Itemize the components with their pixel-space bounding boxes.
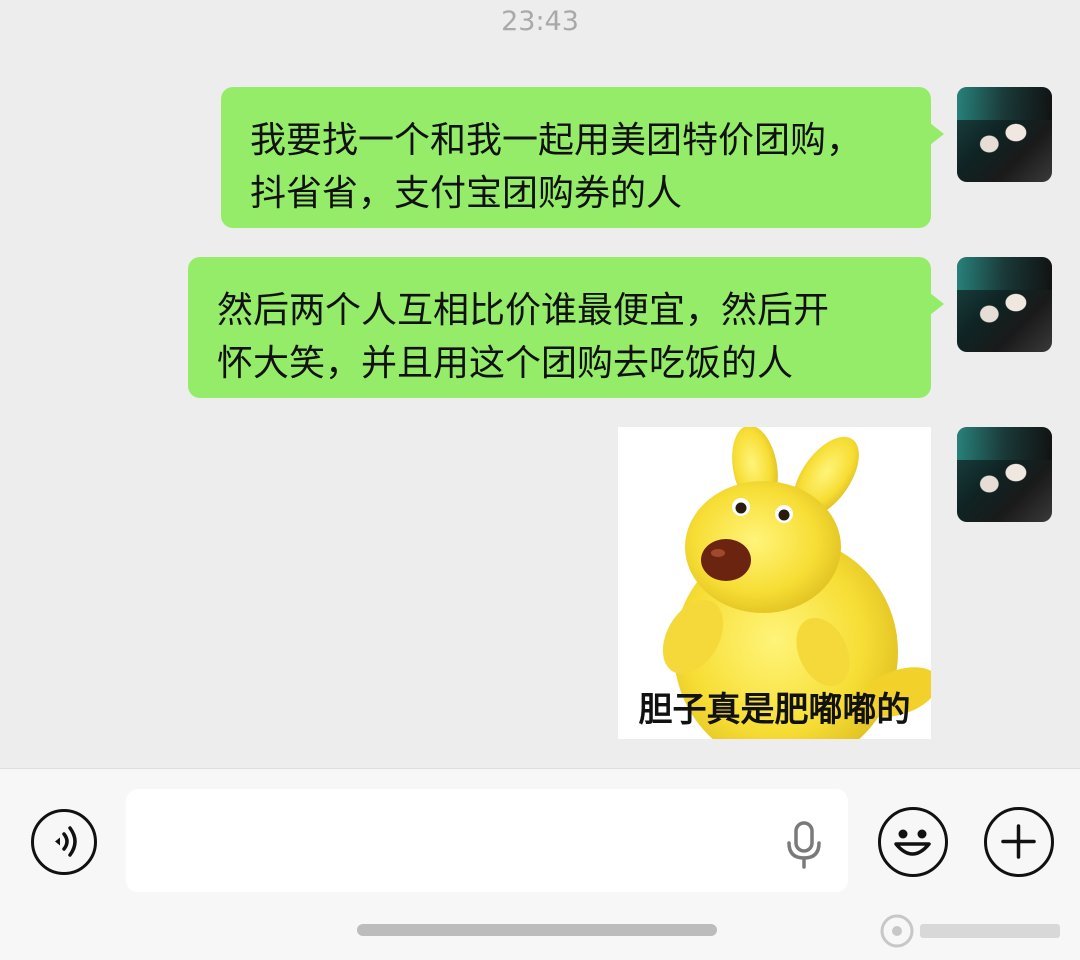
self-avatar[interactable] [957, 257, 1052, 352]
message-1-line-1: 我要找一个和我一起用美团特价团购， [250, 120, 863, 161]
message-2-line-2: 怀大笑，并且用这个团购去吃饭的人 [217, 343, 794, 384]
plus-icon [1001, 824, 1036, 859]
message-bubble-1[interactable]: 我要找一个和我一起用美团特价团购， 抖省省，支付宝团购券的人 [221, 87, 944, 228]
watermark-logo [880, 914, 1060, 948]
voice-mode-icon [55, 826, 77, 857]
emoji-smile-icon [894, 829, 931, 856]
microphone-icon[interactable] [784, 821, 824, 869]
bubble-tail [930, 293, 944, 315]
chat-input-bar [0, 768, 1080, 960]
home-indicator[interactable] [357, 924, 717, 936]
voice-mode-button[interactable] [31, 809, 97, 875]
message-input[interactable] [126, 789, 848, 892]
message-2-line-1: 然后两个人互相比价谁最便宜，然后开 [217, 290, 830, 331]
self-avatar[interactable] [957, 87, 1052, 182]
sticker-caption: 胆子真是肥嘟嘟的 [638, 690, 911, 730]
sticker-message[interactable]: 胆子真是肥嘟嘟的 [618, 427, 931, 739]
plus-button[interactable] [984, 807, 1054, 877]
bubble-tail [930, 123, 944, 145]
message-bubble-2[interactable]: 然后两个人互相比价谁最便宜，然后开 怀大笑，并且用这个团购去吃饭的人 [188, 257, 944, 398]
message-1-line-2: 抖省省，支付宝团购券的人 [250, 173, 683, 214]
self-avatar[interactable] [957, 427, 1052, 522]
chat-timestamp: 23:43 [501, 6, 579, 37]
emoji-button[interactable] [878, 807, 948, 877]
